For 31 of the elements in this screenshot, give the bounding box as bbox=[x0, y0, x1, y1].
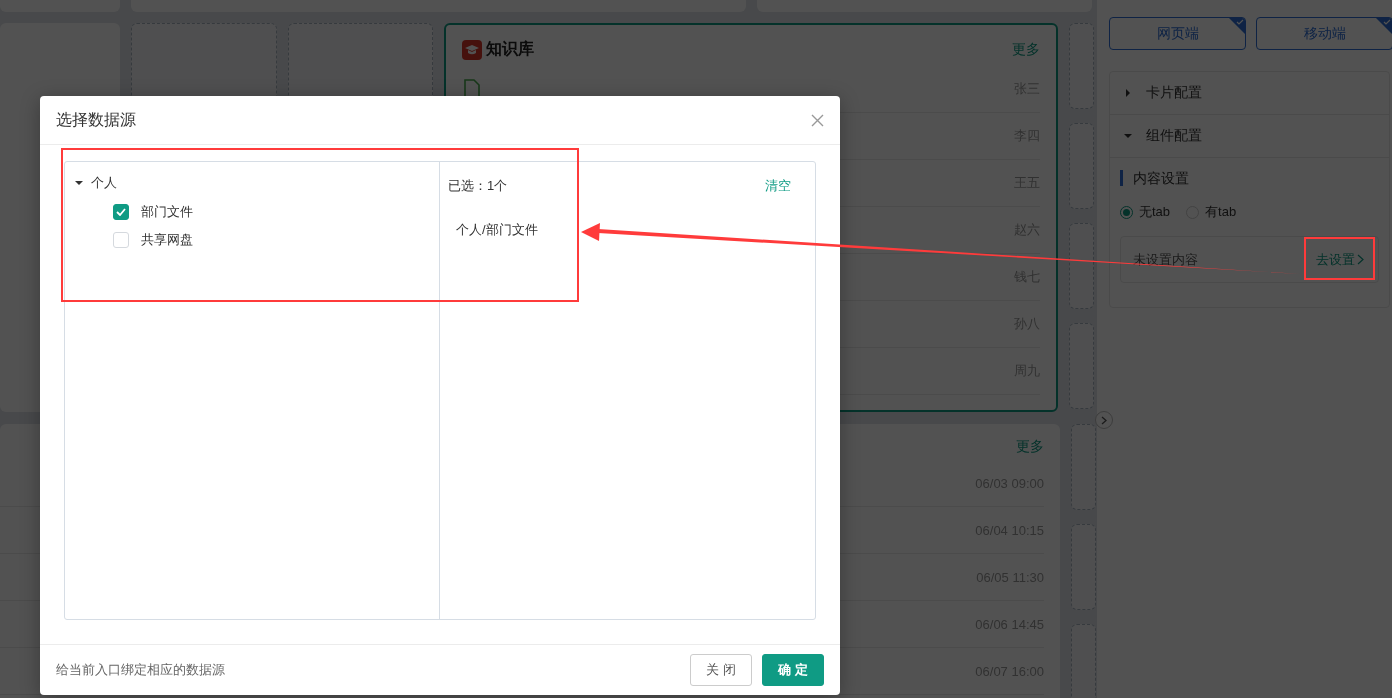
section-heading: 内容设置 bbox=[1120, 170, 1379, 186]
tree-item-label: 共享网盘 bbox=[141, 231, 193, 249]
section-header[interactable]: 组件配置 bbox=[1110, 115, 1389, 158]
selected-item: 个人/部门文件 bbox=[456, 221, 539, 239]
radio-label: 有tab bbox=[1205, 203, 1237, 221]
checkbox[interactable] bbox=[113, 204, 129, 220]
setup-link[interactable]: 去设置 bbox=[1316, 250, 1364, 269]
check-icon bbox=[116, 208, 126, 216]
confirm-button[interactable]: 确 定 bbox=[762, 654, 824, 686]
tree-node[interactable]: 个人 bbox=[75, 174, 439, 192]
radio-label: 无tab bbox=[1139, 203, 1171, 221]
caret-icon bbox=[1124, 132, 1132, 140]
check-corner-icon bbox=[1229, 18, 1245, 34]
section-header[interactable]: 卡片配置 bbox=[1110, 72, 1389, 115]
platform-toggle[interactable]: 网页端 bbox=[1109, 17, 1246, 50]
dialog-title: 选择数据源 bbox=[56, 109, 136, 130]
more-link[interactable]: 更多 bbox=[1016, 438, 1044, 456]
clear-link[interactable]: 清空 bbox=[765, 177, 791, 195]
hint-text: 给当前入口绑定相应的数据源 bbox=[56, 661, 225, 679]
annotation-box bbox=[1304, 237, 1375, 280]
cancel-button[interactable]: 关 闭 bbox=[690, 654, 752, 686]
more-link[interactable]: 更多 bbox=[1012, 40, 1040, 59]
caret-icon bbox=[75, 179, 83, 187]
graduation-cap-icon bbox=[462, 39, 482, 60]
caret-icon bbox=[1124, 89, 1132, 97]
tree-item-label: 部门文件 bbox=[141, 203, 193, 221]
chevron-right-icon bbox=[1357, 254, 1364, 265]
selected-count: 已选：1个 bbox=[448, 177, 508, 195]
platform-toggle[interactable]: 移动端 bbox=[1256, 17, 1392, 50]
card-title: 知识库 bbox=[486, 39, 534, 59]
close-button[interactable] bbox=[811, 113, 824, 127]
